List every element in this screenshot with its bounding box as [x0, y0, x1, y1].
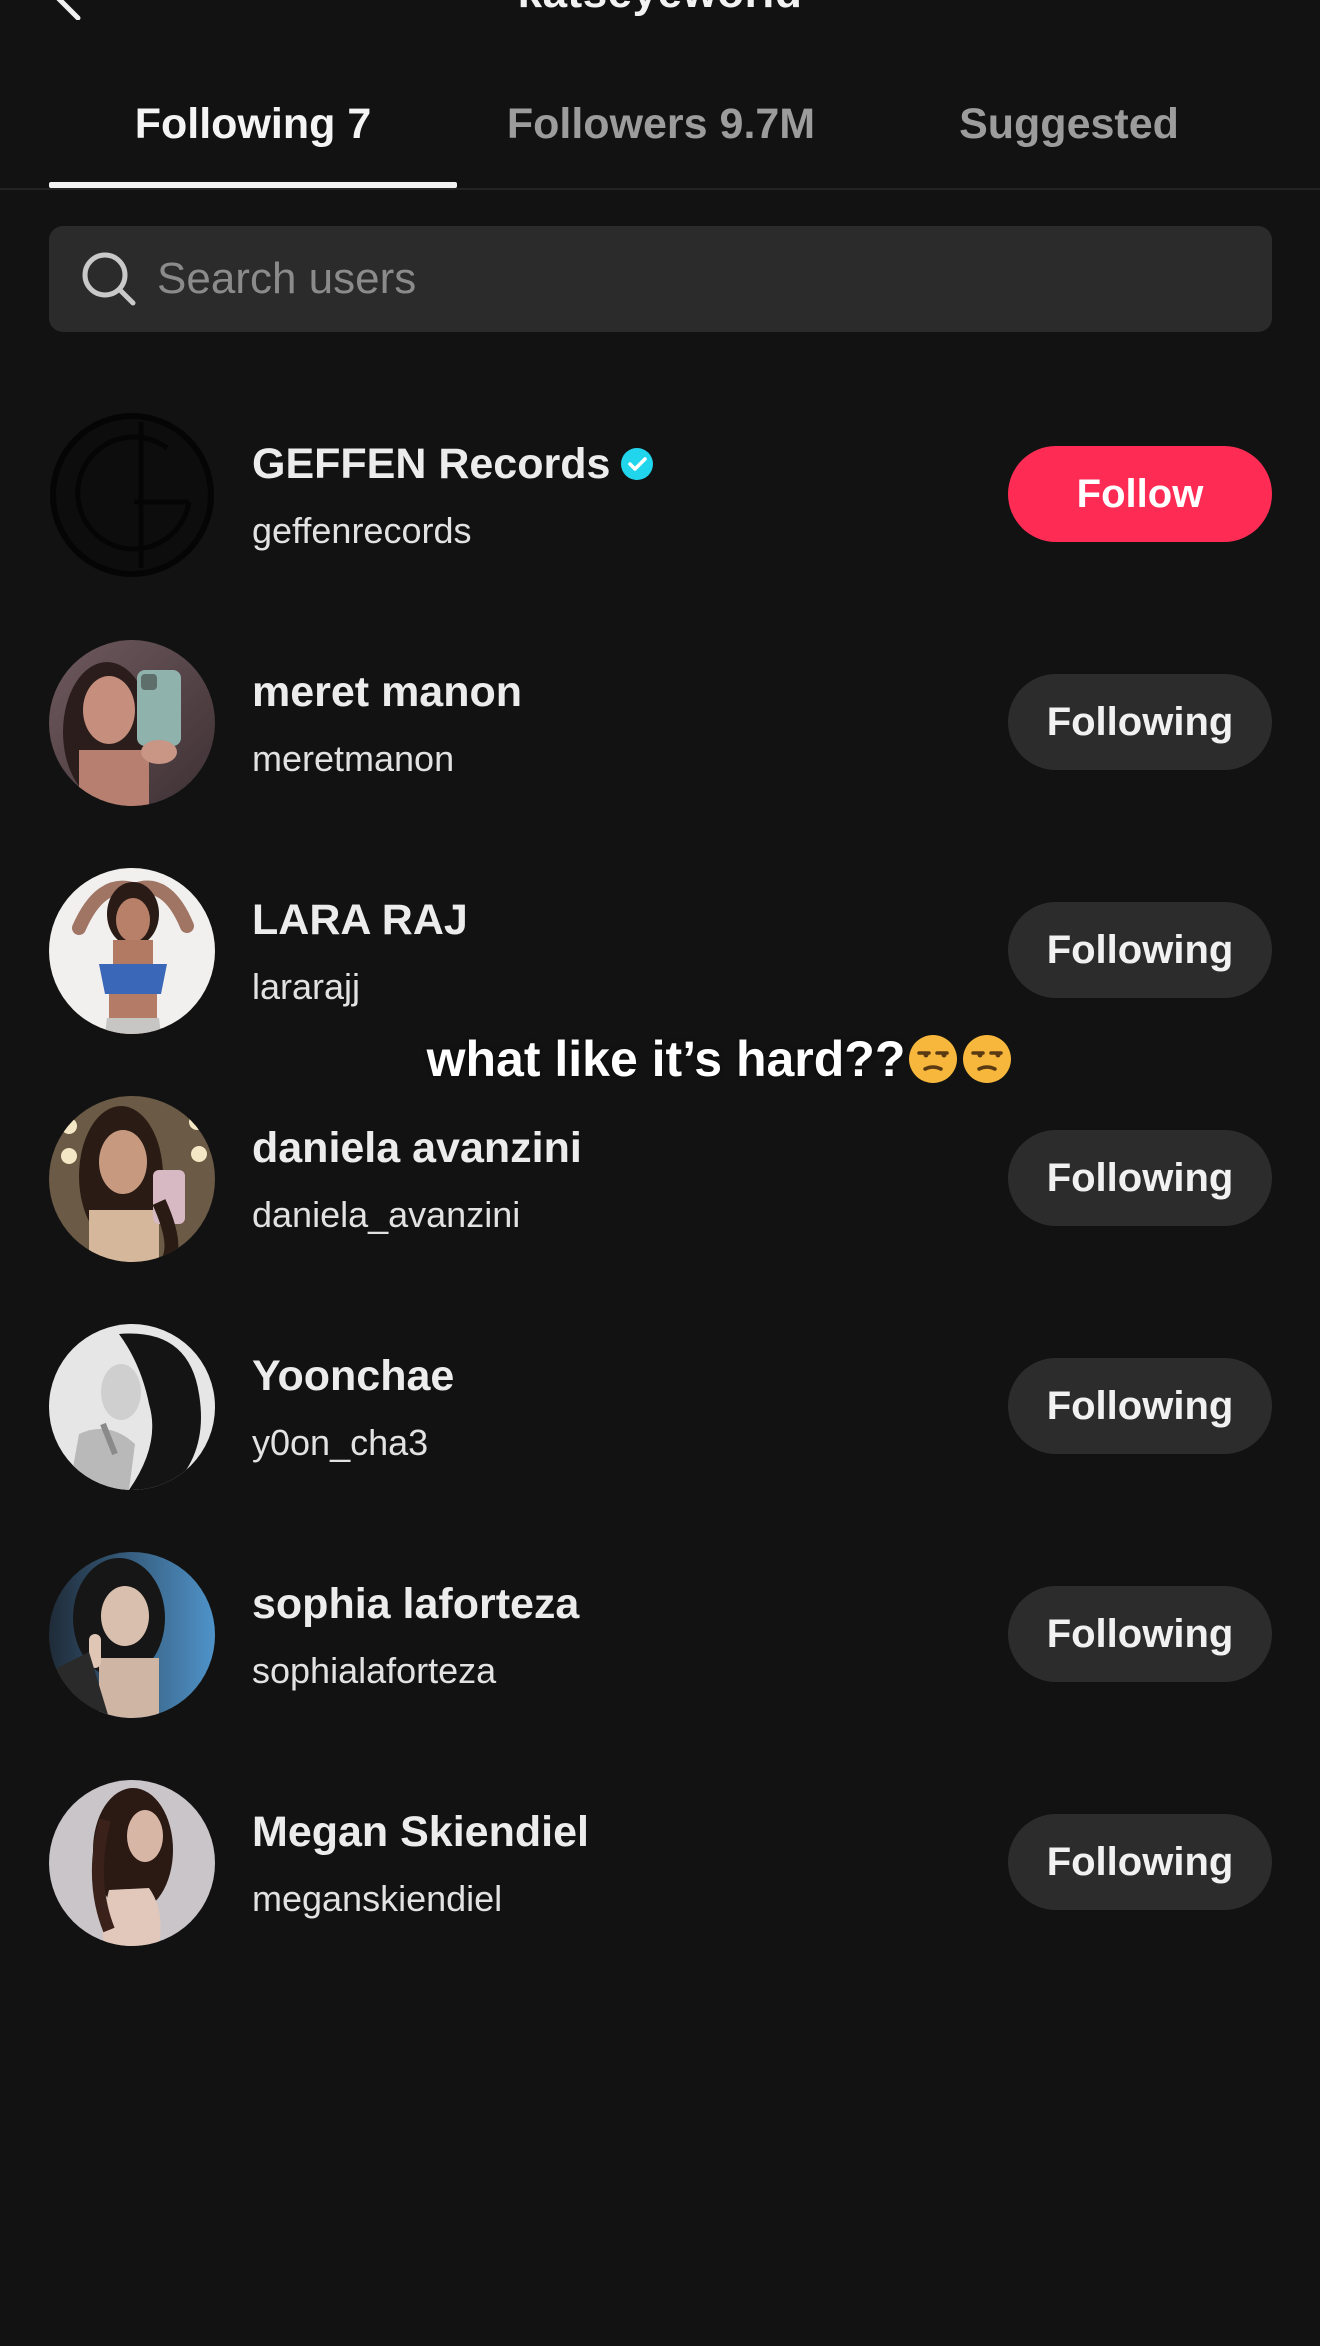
user-display-name: sophia laforteza: [252, 1580, 580, 1628]
following-button[interactable]: Following: [1008, 1586, 1272, 1682]
user-row-daniela-avanzini[interactable]: daniela avanzini daniela_avanzini Follow…: [0, 1096, 1320, 1266]
geffen-logo-icon: [50, 413, 214, 577]
profile-photo: [49, 1780, 215, 1946]
avatar[interactable]: [49, 1324, 215, 1490]
tab-followers[interactable]: Followers 9.7M: [457, 100, 865, 149]
avatar[interactable]: [49, 1552, 215, 1718]
avatar[interactable]: [49, 1780, 215, 1946]
tab-suggested[interactable]: Suggested: [865, 100, 1273, 149]
avatar[interactable]: [49, 412, 215, 578]
avatar[interactable]: [49, 868, 215, 1034]
profile-photo: [49, 640, 215, 806]
profile-photo: [49, 868, 215, 1034]
avatar[interactable]: [49, 640, 215, 806]
user-display-name: GEFFEN Records: [252, 440, 611, 488]
tab-following[interactable]: Following 7: [49, 100, 457, 149]
user-handle: geffenrecords: [252, 510, 472, 551]
overlay-caption-text: what like it’s hard??: [426, 1031, 906, 1087]
following-button[interactable]: Following: [1008, 674, 1272, 770]
user-handle: meganskiendiel: [252, 1878, 503, 1919]
user-row-meganskiendiel[interactable]: Megan Skiendiel meganskiendiel Following: [0, 1780, 1320, 1950]
overlay-caption: what like it’s hard??: [0, 1030, 1320, 1088]
user-handle: meretmanon: [252, 738, 455, 779]
profile-photo: [49, 1096, 215, 1262]
user-handle: lararajj: [252, 966, 361, 1007]
user-handle: daniela_avanzini: [252, 1194, 521, 1235]
following-button[interactable]: Following: [1008, 1130, 1272, 1226]
user-handle: y0on_cha3: [252, 1422, 429, 1463]
verified-badge-icon: [621, 447, 654, 480]
profile-photo: [49, 1324, 215, 1490]
search-bar[interactable]: [49, 226, 1272, 332]
following-button[interactable]: Following: [1008, 1814, 1272, 1910]
user-display-name: Megan Skiendiel: [252, 1808, 589, 1856]
active-tab-indicator: [49, 182, 457, 188]
search-icon: [82, 252, 136, 306]
user-row-geffenrecords[interactable]: GEFFEN Records geffenrecords Follow: [0, 412, 1320, 582]
user-display-name: Yoonchae: [252, 1352, 455, 1400]
user-row-meretmanon[interactable]: meret manon meretmanon Following: [0, 640, 1320, 810]
user-row-sophialaforteza[interactable]: sophia laforteza sophialaforteza Followi…: [0, 1552, 1320, 1722]
page-title: katseyeworld: [0, 0, 1320, 18]
following-button[interactable]: Following: [1008, 1358, 1272, 1454]
tab-bar: Following 7 Followers 9.7M Suggested: [0, 68, 1320, 190]
top-bar: katseyeworld: [0, 0, 1320, 40]
follow-button[interactable]: Follow: [1008, 446, 1272, 542]
user-display-name: LARA RAJ: [252, 896, 468, 944]
user-display-name: meret manon: [252, 668, 523, 716]
user-display-name: daniela avanzini: [252, 1124, 582, 1172]
unamused-face-emoji-icon: [963, 1034, 1012, 1083]
user-handle: sophialaforteza: [252, 1650, 497, 1691]
unamused-face-emoji-icon: [909, 1034, 958, 1083]
following-button[interactable]: Following: [1008, 902, 1272, 998]
avatar[interactable]: [49, 1096, 215, 1262]
search-input[interactable]: [157, 226, 1237, 332]
user-row-lararajj[interactable]: LARA RAJ lararajj Following: [0, 868, 1320, 1038]
profile-photo: [49, 1552, 215, 1718]
user-row-y0on-cha3[interactable]: Yoonchae y0on_cha3 Following: [0, 1324, 1320, 1494]
